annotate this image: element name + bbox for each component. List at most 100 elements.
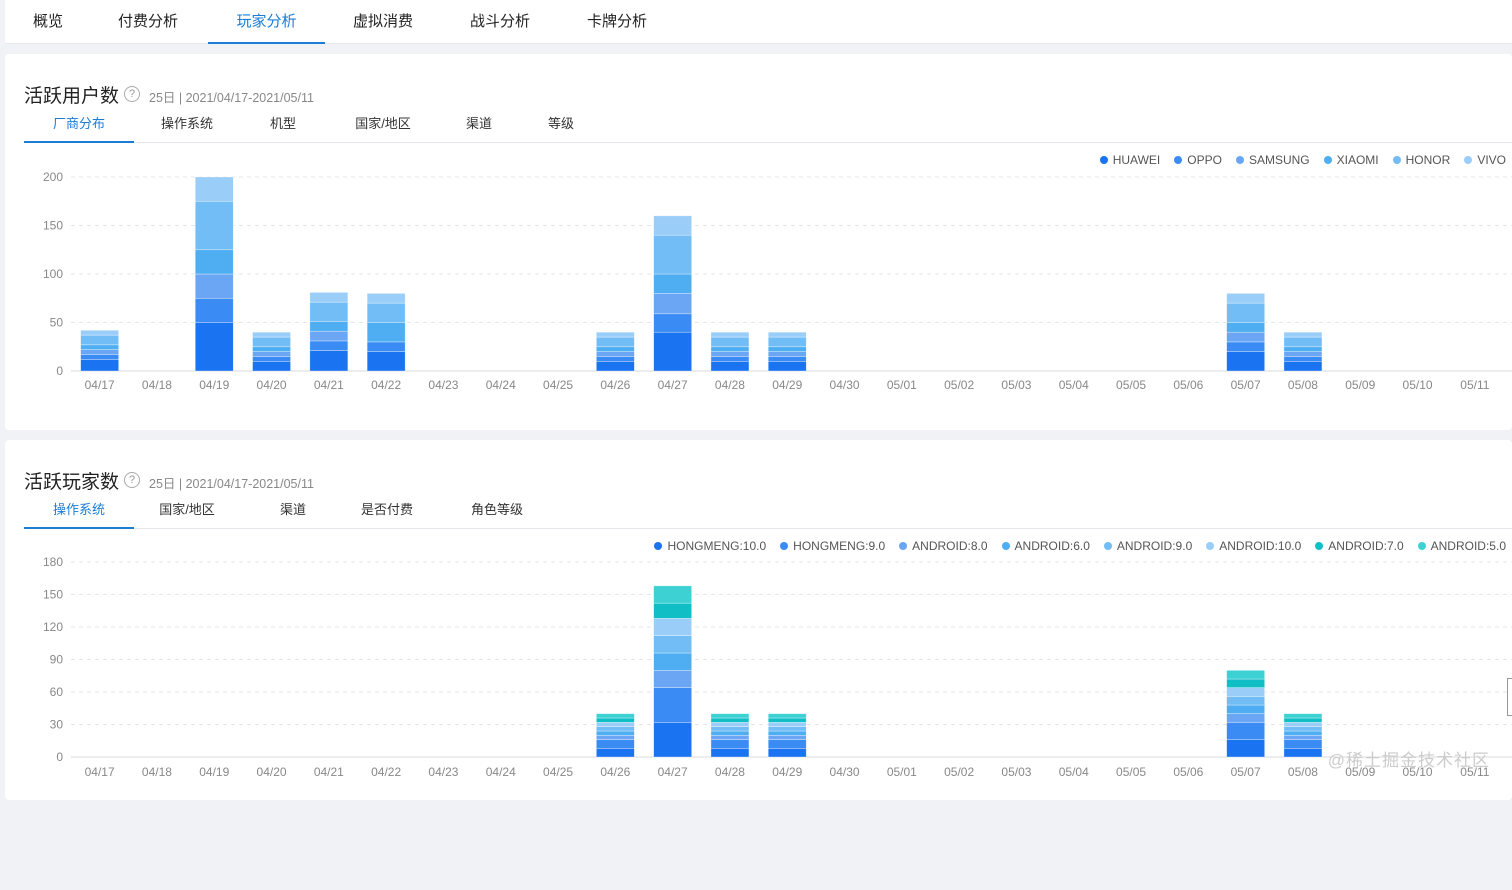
nav-tab-cards[interactable]: 卡牌分析 [582, 0, 652, 43]
bar-segment [1283, 713, 1323, 719]
x-tick-label: 04/27 [658, 378, 688, 392]
bar-segment [596, 361, 635, 372]
x-tick-label: 04/18 [142, 765, 172, 779]
nav-tab-battle[interactable]: 战斗分析 [465, 0, 535, 43]
y-tick-label: 90 [50, 653, 64, 667]
bar-segment [80, 334, 119, 346]
bar-segment [1226, 293, 1265, 304]
bar-segment [1283, 331, 1323, 338]
tab-vendor[interactable]: 厂商分布 [24, 110, 134, 143]
y-tick-label: 100 [43, 267, 63, 281]
tab-channel[interactable]: 渠道 [270, 496, 316, 528]
x-tick-label: 04/29 [772, 765, 802, 779]
bar-segment [1226, 687, 1265, 697]
bar-segment [767, 726, 807, 732]
bar-segment [1226, 341, 1265, 352]
x-tick-label: 04/19 [199, 765, 229, 779]
bar-segment [252, 331, 291, 338]
x-tick-label: 05/06 [1173, 765, 1203, 779]
bar-segment [596, 739, 635, 749]
active-players-card: 活跃玩家数 ? 25日 | 2021/04/17-2021/05/11 操作系统… [5, 440, 1512, 800]
x-tick-label: 04/23 [428, 378, 458, 392]
x-tick-label: 04/21 [314, 765, 344, 779]
tab-level[interactable]: 等级 [538, 110, 584, 142]
x-tick-label: 05/04 [1059, 378, 1089, 392]
bar-segment [1226, 704, 1265, 714]
question-circle-icon[interactable]: ? [124, 86, 140, 102]
tab-paid[interactable]: 是否付费 [350, 496, 424, 528]
x-tick-label: 04/28 [715, 765, 745, 779]
tab-channel[interactable]: 渠道 [456, 110, 502, 142]
bar-segment [710, 748, 750, 758]
x-tick-label: 04/23 [428, 765, 458, 779]
bar-segment [653, 618, 692, 636]
bar-segment [366, 351, 406, 372]
bar-segment [596, 331, 635, 338]
bar-segment [194, 322, 234, 372]
bar-segment [252, 346, 291, 352]
tab-role-level[interactable]: 角色等级 [460, 496, 534, 528]
bar-segment [596, 346, 635, 352]
bar-segment [1226, 302, 1265, 323]
tab-model[interactable]: 机型 [260, 110, 306, 142]
bar-segment [1226, 722, 1265, 740]
active-players-chart: 0 30 60 90 120 150 180 04/17 04/18 04/19 04/20 04/2… [43, 555, 1512, 779]
tab-region[interactable]: 国家/地区 [346, 110, 420, 142]
x-tick-label: 05/09 [1345, 378, 1375, 392]
bar-segment [1283, 361, 1323, 372]
x-tick-label: 04/17 [85, 378, 115, 392]
bar-segment [80, 349, 119, 355]
bar-segment [653, 585, 692, 604]
x-tick-label: 04/30 [830, 765, 860, 779]
x-tick-label: 05/02 [944, 765, 974, 779]
x-tick-label: 04/17 [85, 765, 115, 779]
x-tick-label: 04/30 [830, 378, 860, 392]
nav-tab-payment[interactable]: 付费分析 [113, 0, 183, 43]
bar-segment [80, 354, 119, 360]
tab-region[interactable]: 国家/地区 [150, 496, 224, 528]
tab-os[interactable]: 操作系统 [24, 496, 134, 529]
x-tick-label: 05/11 [1460, 378, 1489, 392]
bar-segment [1283, 722, 1323, 727]
scroll-handle[interactable] [1507, 678, 1512, 716]
bar-segment [767, 713, 807, 719]
bar-segment [653, 722, 692, 758]
y-tick-label: 150 [43, 588, 63, 602]
bar-segment [80, 344, 119, 350]
y-tick-label: 30 [50, 718, 64, 732]
bar-segment [1283, 717, 1323, 723]
bar-segment [710, 726, 750, 732]
bar-segment [596, 722, 635, 727]
bar-segment [710, 336, 750, 348]
question-circle-icon[interactable]: ? [124, 472, 140, 488]
bar-segment [767, 748, 807, 758]
bar-segment [767, 336, 807, 348]
x-tick-label: 04/26 [600, 378, 630, 392]
bar-segment [1226, 351, 1265, 372]
bar-segment [252, 336, 291, 348]
bar-segment [1226, 739, 1265, 758]
nav-tab-overview[interactable]: 概览 [23, 0, 73, 43]
bar-segment [1283, 726, 1323, 732]
bar-segment [596, 356, 635, 362]
bar-segment [710, 739, 750, 749]
bar-segment [767, 361, 807, 372]
x-tick-label: 04/21 [314, 378, 344, 392]
nav-tab-player[interactable]: 玩家分析 [208, 0, 325, 44]
bar-segment [653, 215, 692, 236]
bar-segment [710, 722, 750, 727]
bar-segment [767, 346, 807, 352]
nav-tab-virtual-consumption[interactable]: 虚拟消费 [348, 0, 418, 43]
x-tick-label: 05/07 [1231, 378, 1261, 392]
bar-segment [194, 297, 234, 323]
x-tick-label: 04/24 [486, 765, 516, 779]
bar-segment [1283, 748, 1323, 758]
bar-segment [710, 361, 750, 372]
bar-segment [710, 713, 750, 719]
bar-segment [309, 301, 349, 322]
tab-os[interactable]: 操作系统 [150, 110, 224, 142]
x-tick-label: 04/25 [543, 378, 573, 392]
bar-segment [194, 273, 234, 299]
bar-segment [1283, 735, 1323, 740]
x-tick-label: 04/20 [257, 378, 287, 392]
